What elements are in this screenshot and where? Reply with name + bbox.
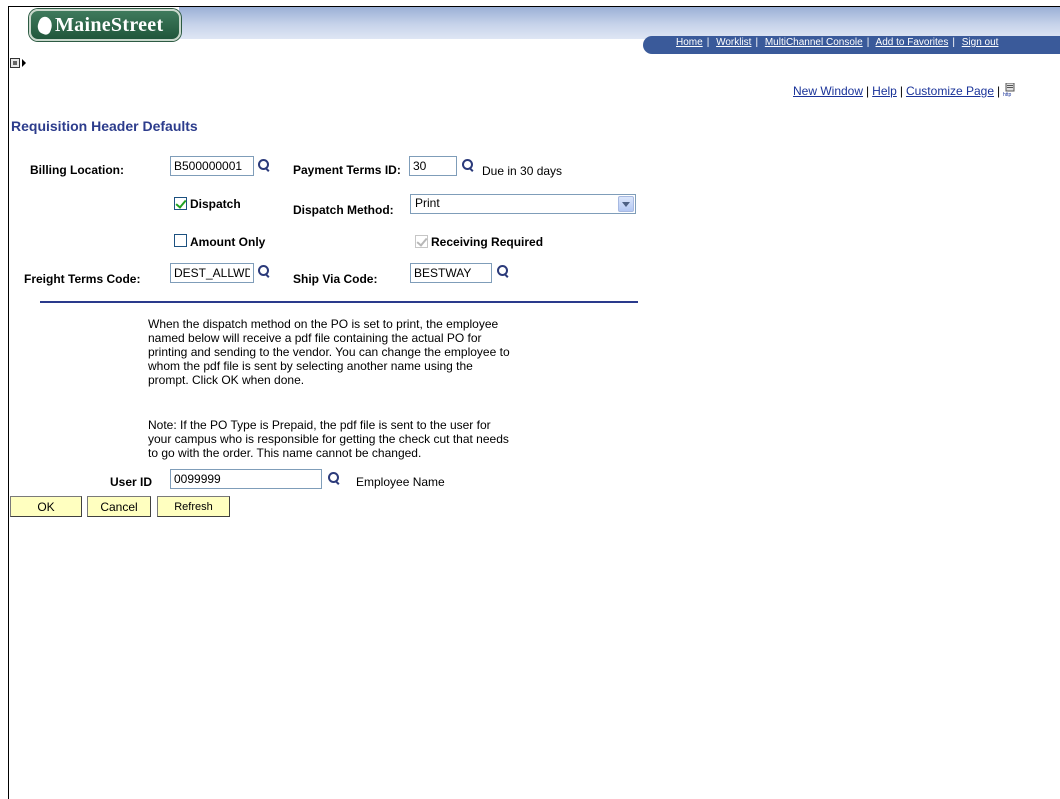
- info-line: When the dispatch method on the PO is se…: [148, 317, 499, 331]
- receiving-required-label: Receiving Required: [431, 235, 544, 249]
- nav-link-worklist[interactable]: Worklist: [716, 37, 751, 48]
- cancel-button[interactable]: Cancel: [87, 496, 151, 517]
- freight-terms-input[interactable]: [170, 263, 254, 283]
- menu-toggle-icon[interactable]: [10, 58, 20, 68]
- billing-location-lookup-icon[interactable]: [257, 158, 271, 172]
- page-title: Requisition Header Defaults: [11, 118, 198, 134]
- customize-page-link[interactable]: Customize Page: [906, 84, 994, 98]
- ship-via-input[interactable]: [410, 263, 492, 283]
- note-line: to go with the order. This name cannot b…: [148, 446, 422, 460]
- banner-band: [179, 7, 1060, 39]
- dispatch-checkbox[interactable]: [174, 197, 187, 210]
- menu-expand-arrow-icon[interactable]: [22, 59, 26, 67]
- ok-button[interactable]: OK: [10, 496, 82, 517]
- employee-name-label: Employee Name: [356, 475, 445, 489]
- new-window-link[interactable]: New Window: [793, 84, 863, 98]
- amount-only-checkbox[interactable]: [174, 234, 187, 247]
- help-link[interactable]: Help: [872, 84, 897, 98]
- info-line: whom the pdf file is sent by selecting a…: [148, 359, 473, 373]
- dispatch-method-value: Print: [415, 196, 440, 210]
- refresh-button[interactable]: Refresh: [157, 496, 230, 517]
- dispatch-info-text: When the dispatch method on the PO is se…: [148, 317, 578, 387]
- receiving-required-checkbox: [415, 235, 428, 248]
- page-toolbar-links: New Window | Help | Customize Page | http: [793, 82, 1017, 98]
- payment-terms-lookup-icon[interactable]: [461, 158, 475, 172]
- prepaid-note-text: Note: If the PO Type is Prepaid, the pdf…: [148, 418, 578, 460]
- freight-terms-label: Freight Terms Code:: [24, 272, 141, 286]
- note-line: your campus who is responsible for getti…: [148, 432, 509, 446]
- nav-link-home[interactable]: Home: [676, 37, 703, 48]
- nav-link-add-to-favorites[interactable]: Add to Favorites: [876, 37, 949, 48]
- payment-terms-description: Due in 30 days: [482, 164, 563, 178]
- user-id-label: User ID: [110, 475, 153, 489]
- nav-link-sign-out[interactable]: Sign out: [962, 37, 999, 48]
- http-link-icon[interactable]: http: [1003, 82, 1017, 98]
- dispatch-method-select[interactable]: Print: [410, 194, 636, 214]
- chevron-down-icon[interactable]: [618, 196, 634, 212]
- billing-location-input[interactable]: [170, 156, 254, 176]
- payment-terms-label: Payment Terms ID:: [293, 163, 401, 177]
- freight-terms-lookup-icon[interactable]: [257, 264, 271, 278]
- ship-via-lookup-icon[interactable]: [496, 264, 510, 278]
- maine-map-icon: [35, 15, 55, 36]
- section-divider: [40, 301, 638, 303]
- dispatch-method-label: Dispatch Method:: [293, 203, 394, 217]
- note-line: Note: If the PO Type is Prepaid, the pdf…: [148, 418, 491, 432]
- amount-only-label: Amount Only: [190, 235, 266, 249]
- dispatch-label: Dispatch: [190, 197, 241, 211]
- payment-terms-input[interactable]: [409, 156, 457, 176]
- user-id-input[interactable]: [170, 469, 322, 489]
- info-line: printing and sending to the vendor. You …: [148, 345, 510, 359]
- nav-link-multichannel-console[interactable]: MultiChannel Console: [765, 37, 863, 48]
- billing-location-label: Billing Location:: [30, 163, 124, 177]
- info-line: prompt. Click OK when done.: [148, 373, 305, 387]
- nav-links: Home | Worklist | MultiChannel Console | Ad…: [676, 37, 999, 48]
- info-line: named below will receive a pdf file cont…: [148, 331, 482, 345]
- ship-via-label: Ship Via Code:: [293, 272, 378, 286]
- svg-text:http: http: [1003, 92, 1012, 97]
- user-id-lookup-icon[interactable]: [327, 471, 341, 485]
- mainestreet-logo: MaineStreet: [29, 9, 181, 41]
- logo-text: MaineStreet: [55, 14, 164, 36]
